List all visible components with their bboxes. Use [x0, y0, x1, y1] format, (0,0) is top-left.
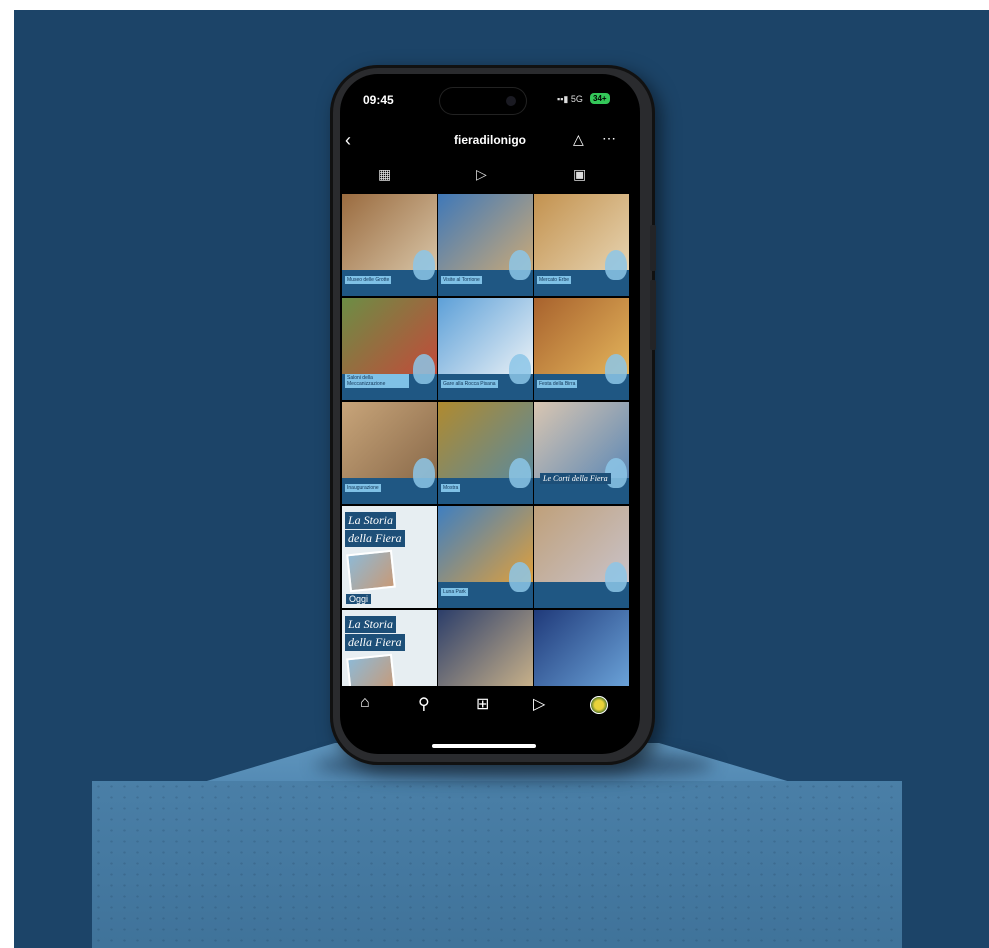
decor-illustration — [605, 562, 627, 592]
tagged-icon[interactable]: ▣ — [573, 166, 586, 183]
network-label: 5G — [570, 94, 583, 104]
home-icon[interactable]: ⌂ — [360, 694, 370, 712]
more-icon[interactable]: ⋯ — [602, 130, 616, 147]
username: fieradilonigo — [454, 133, 526, 147]
post-label: Saloni della Meccanizzazione — [345, 374, 409, 388]
profile-header: ‹ fieradilonigo △ ⋯ — [340, 130, 640, 154]
reels-icon[interactable]: ▷ — [476, 166, 487, 183]
decor-illustration — [413, 250, 435, 280]
post-image — [534, 610, 629, 686]
grid-icon[interactable]: ▦ — [378, 166, 391, 183]
avatar[interactable] — [590, 696, 608, 714]
decor-illustration — [605, 250, 627, 280]
post-tile[interactable]: Luna Park — [438, 506, 533, 608]
clock: 09:45 — [363, 93, 394, 107]
post-tile[interactable]: Mostra — [438, 402, 533, 504]
camera-icon — [506, 96, 516, 106]
pedestal — [92, 781, 902, 948]
reels-icon[interactable]: ▷ — [533, 694, 545, 714]
post-label: Festa della Birra — [537, 380, 578, 388]
create-icon[interactable]: ⊞ — [476, 694, 489, 714]
battery-indicator: 34+ — [590, 93, 610, 104]
decor-illustration — [605, 354, 627, 384]
post-tile[interactable]: Museo delle Grotte — [342, 194, 437, 296]
bell-icon[interactable]: △ — [573, 131, 584, 148]
post-label: Mercato Erbe — [537, 276, 572, 284]
decor-illustration — [413, 354, 435, 384]
network-indicator: ▪▪▮ 5G — [557, 94, 583, 104]
volume-button — [650, 225, 656, 271]
post-label: Visite al Torrione — [441, 276, 482, 284]
post-tile[interactable] — [534, 506, 629, 608]
post-image — [438, 610, 533, 686]
phone-screen: 09:45 ▪▪▮ 5G 34+ ‹ fieradilonigo △ ⋯ ▦ ▷… — [340, 74, 640, 754]
power-button — [650, 280, 656, 350]
decor-illustration — [509, 562, 531, 592]
post-label: Mostra — [441, 484, 461, 492]
post-tile[interactable]: La Storia della Fiera — [342, 610, 437, 686]
dynamic-island — [440, 88, 526, 114]
post-tile[interactable]: Mercato Erbe — [534, 194, 629, 296]
storia-title: La Storia — [345, 512, 397, 529]
status-bar: 09:45 ▪▪▮ 5G 34+ — [340, 88, 640, 114]
post-label: Gare alla Rocca Pisana — [441, 380, 498, 388]
decor-illustration — [509, 458, 531, 488]
decor-illustration — [509, 354, 531, 384]
home-indicator — [432, 744, 536, 748]
storia-card: La Storia della Fiera Oggi — [342, 506, 437, 608]
post-tile[interactable]: Gare alla Rocca Pisana — [438, 298, 533, 400]
post-tile[interactable]: Visite al Torrione — [438, 194, 533, 296]
post-label: Luna Park — [441, 588, 468, 596]
storia-photo — [346, 653, 396, 686]
storia-subtitle: della Fiera — [345, 530, 405, 547]
bottom-nav: ⌂ ⚲ ⊞ ▷ — [340, 694, 640, 724]
storia-card: La Storia della Fiera — [342, 610, 437, 686]
post-tile[interactable]: La Storia della Fiera Oggi — [342, 506, 437, 608]
decor-illustration — [413, 458, 435, 488]
decor-illustration — [509, 250, 531, 280]
post-tile[interactable]: Le Corti della Fiera — [534, 402, 629, 504]
corti-label: Le Corti della Fiera — [540, 473, 611, 484]
post-tile[interactable]: Inaugurazione — [342, 402, 437, 504]
storia-oggi: Oggi — [346, 594, 372, 604]
post-tile[interactable]: Saloni della Meccanizzazione — [342, 298, 437, 400]
storia-photo — [346, 549, 396, 593]
search-icon[interactable]: ⚲ — [418, 694, 430, 714]
post-tile[interactable] — [534, 610, 629, 686]
storia-title: La Storia — [345, 616, 397, 633]
post-label: Museo delle Grotte — [345, 276, 392, 284]
post-label: Inaugurazione — [345, 484, 381, 492]
post-tile[interactable]: Festa della Birra — [534, 298, 629, 400]
post-tile[interactable] — [438, 610, 533, 686]
profile-tabs: ▦ ▷ ▣ — [340, 166, 640, 188]
storia-subtitle: della Fiera — [345, 634, 405, 651]
post-grid: Museo delle Grotte Visite al Torrione Merc… — [340, 194, 640, 686]
